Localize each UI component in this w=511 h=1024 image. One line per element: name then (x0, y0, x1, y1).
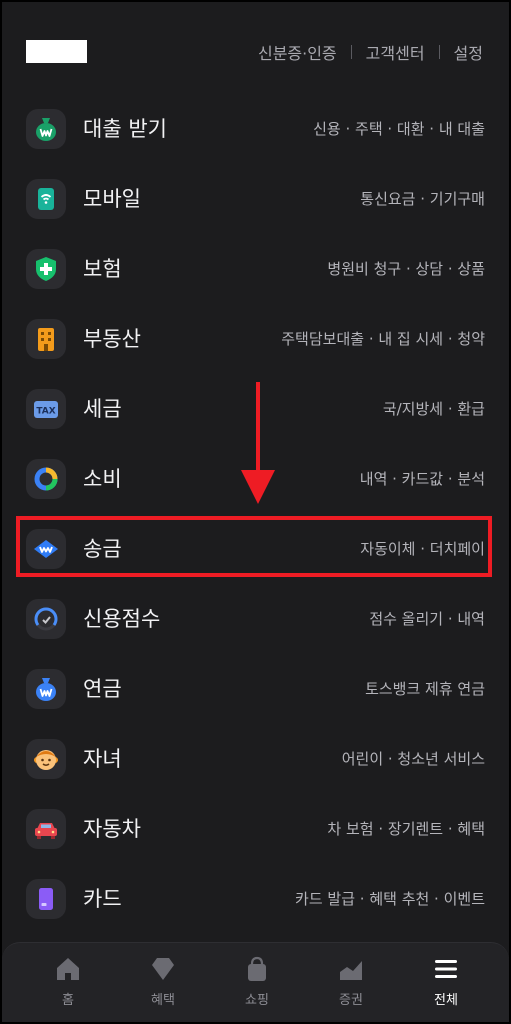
arrow-down-icon (241, 382, 275, 504)
menu-item-subtitle: 신용 · 주택 · 대환 · 내 대출 (313, 120, 485, 138)
tab-label: 쇼핑 (245, 993, 269, 1008)
diamond-icon (152, 958, 174, 980)
menu-item-mobile[interactable]: 모바일 통신요금 · 기기구매 (2, 164, 509, 234)
tab-label: 전체 (434, 993, 458, 1008)
menu-item-title: 대출 받기 (83, 117, 167, 141)
menu-item-subtitle: 주택담보대출 · 내 집 시세 · 청약 (281, 330, 485, 348)
service-menu-list: 대출 받기 신용 · 주택 · 대환 · 내 대출 모바일 통신요금 · 기기구… (2, 94, 509, 934)
app-screen: 신분증·인증 고객센터 설정 대출 받기 신용 · 주택 · 대환 · 내 대출 (0, 0, 511, 1024)
menu-item-title: 카드 (83, 887, 122, 911)
divider (438, 45, 440, 59)
menu-item-title: 소비 (83, 467, 122, 491)
card-icon (26, 879, 66, 919)
menu-item-insurance[interactable]: 보험 병원비 청구 · 상담 · 상품 (2, 234, 509, 304)
tab-all[interactable]: 전체 (406, 943, 486, 1022)
money-bag-icon (26, 109, 66, 149)
menu-item-car[interactable]: 자동차 차 보험 · 장기렌트 · 혜택 (2, 794, 509, 864)
menu-item-subtitle: 내역 · 카드값 · 분석 (359, 470, 485, 488)
donut-chart-icon (26, 459, 66, 499)
tax-icon: TAX (26, 389, 66, 429)
menu-item-title: 보험 (83, 257, 122, 281)
menu-item-title: 부동산 (83, 327, 141, 351)
menu-item-title: 자녀 (83, 747, 122, 771)
home-icon (57, 958, 79, 980)
menu-item-credit-score[interactable]: 신용점수 점수 올리기 · 내역 (2, 584, 509, 654)
shield-plus-icon (26, 249, 66, 289)
menu-item-subtitle: 카드 발급 · 혜택 추천 · 이벤트 (295, 890, 485, 908)
menu-item-children[interactable]: 자녀 어린이 · 청소년 서비스 (2, 724, 509, 794)
tab-benefits[interactable]: 혜택 (123, 943, 203, 1022)
menu-item-title: 신용점수 (83, 607, 161, 631)
menu-item-subtitle: 점수 올리기 · 내역 (369, 610, 485, 628)
header-links: 신분증·인증 고객센터 설정 (258, 40, 483, 64)
redacted-logo (26, 40, 87, 63)
tab-label: 혜택 (151, 993, 175, 1008)
child-face-icon (26, 739, 66, 779)
header: 신분증·인증 고객센터 설정 (2, 2, 509, 94)
shopping-bag-icon (248, 956, 266, 981)
menu-item-pension[interactable]: 연금 토스뱅크 제휴 연금 (2, 654, 509, 724)
menu-item-card[interactable]: 카드 카드 발급 · 혜택 추천 · 이벤트 (2, 864, 509, 934)
menu-item-subtitle: 차 보험 · 장기렌트 · 혜택 (327, 820, 485, 838)
tab-label: 홈 (62, 993, 74, 1008)
menu-item-title: 세금 (83, 397, 122, 421)
bottom-tab-bar: 홈 혜택 쇼핑 증권 전체 (2, 942, 509, 1022)
divider (350, 45, 352, 59)
car-icon (26, 809, 66, 849)
tab-label: 증권 (339, 993, 363, 1008)
stock-chart-icon (340, 961, 362, 980)
menu-item-subtitle: 토스뱅크 제휴 연금 (365, 680, 485, 698)
gauge-icon (26, 599, 66, 639)
customer-center-link[interactable]: 고객센터 (366, 40, 425, 64)
menu-item-subtitle: 어린이 · 청소년 서비스 (341, 750, 485, 768)
building-icon (26, 319, 66, 359)
mobile-wifi-icon (26, 179, 66, 219)
svg-text:TAX: TAX (36, 407, 55, 417)
pension-bag-icon (26, 669, 66, 709)
tab-stocks[interactable]: 증권 (311, 943, 391, 1022)
menu-item-real-estate[interactable]: 부동산 주택담보대출 · 내 집 시세 · 청약 (2, 304, 509, 374)
menu-item-subtitle: 국/지방세 · 환급 (382, 400, 485, 418)
menu-item-title: 모바일 (83, 187, 141, 211)
menu-item-title: 연금 (83, 677, 122, 701)
id-auth-link[interactable]: 신분증·인증 (258, 40, 337, 64)
highlight-box (16, 516, 492, 577)
settings-link[interactable]: 설정 (454, 40, 483, 64)
menu-item-subtitle: 병원비 청구 · 상담 · 상품 (327, 260, 485, 278)
menu-icon (435, 960, 457, 978)
tab-home[interactable]: 홈 (28, 943, 108, 1022)
menu-item-title: 자동차 (83, 817, 141, 841)
menu-item-loan[interactable]: 대출 받기 신용 · 주택 · 대환 · 내 대출 (2, 94, 509, 164)
tab-shopping[interactable]: 쇼핑 (217, 943, 297, 1022)
menu-item-subtitle: 통신요금 · 기기구매 (360, 190, 485, 208)
